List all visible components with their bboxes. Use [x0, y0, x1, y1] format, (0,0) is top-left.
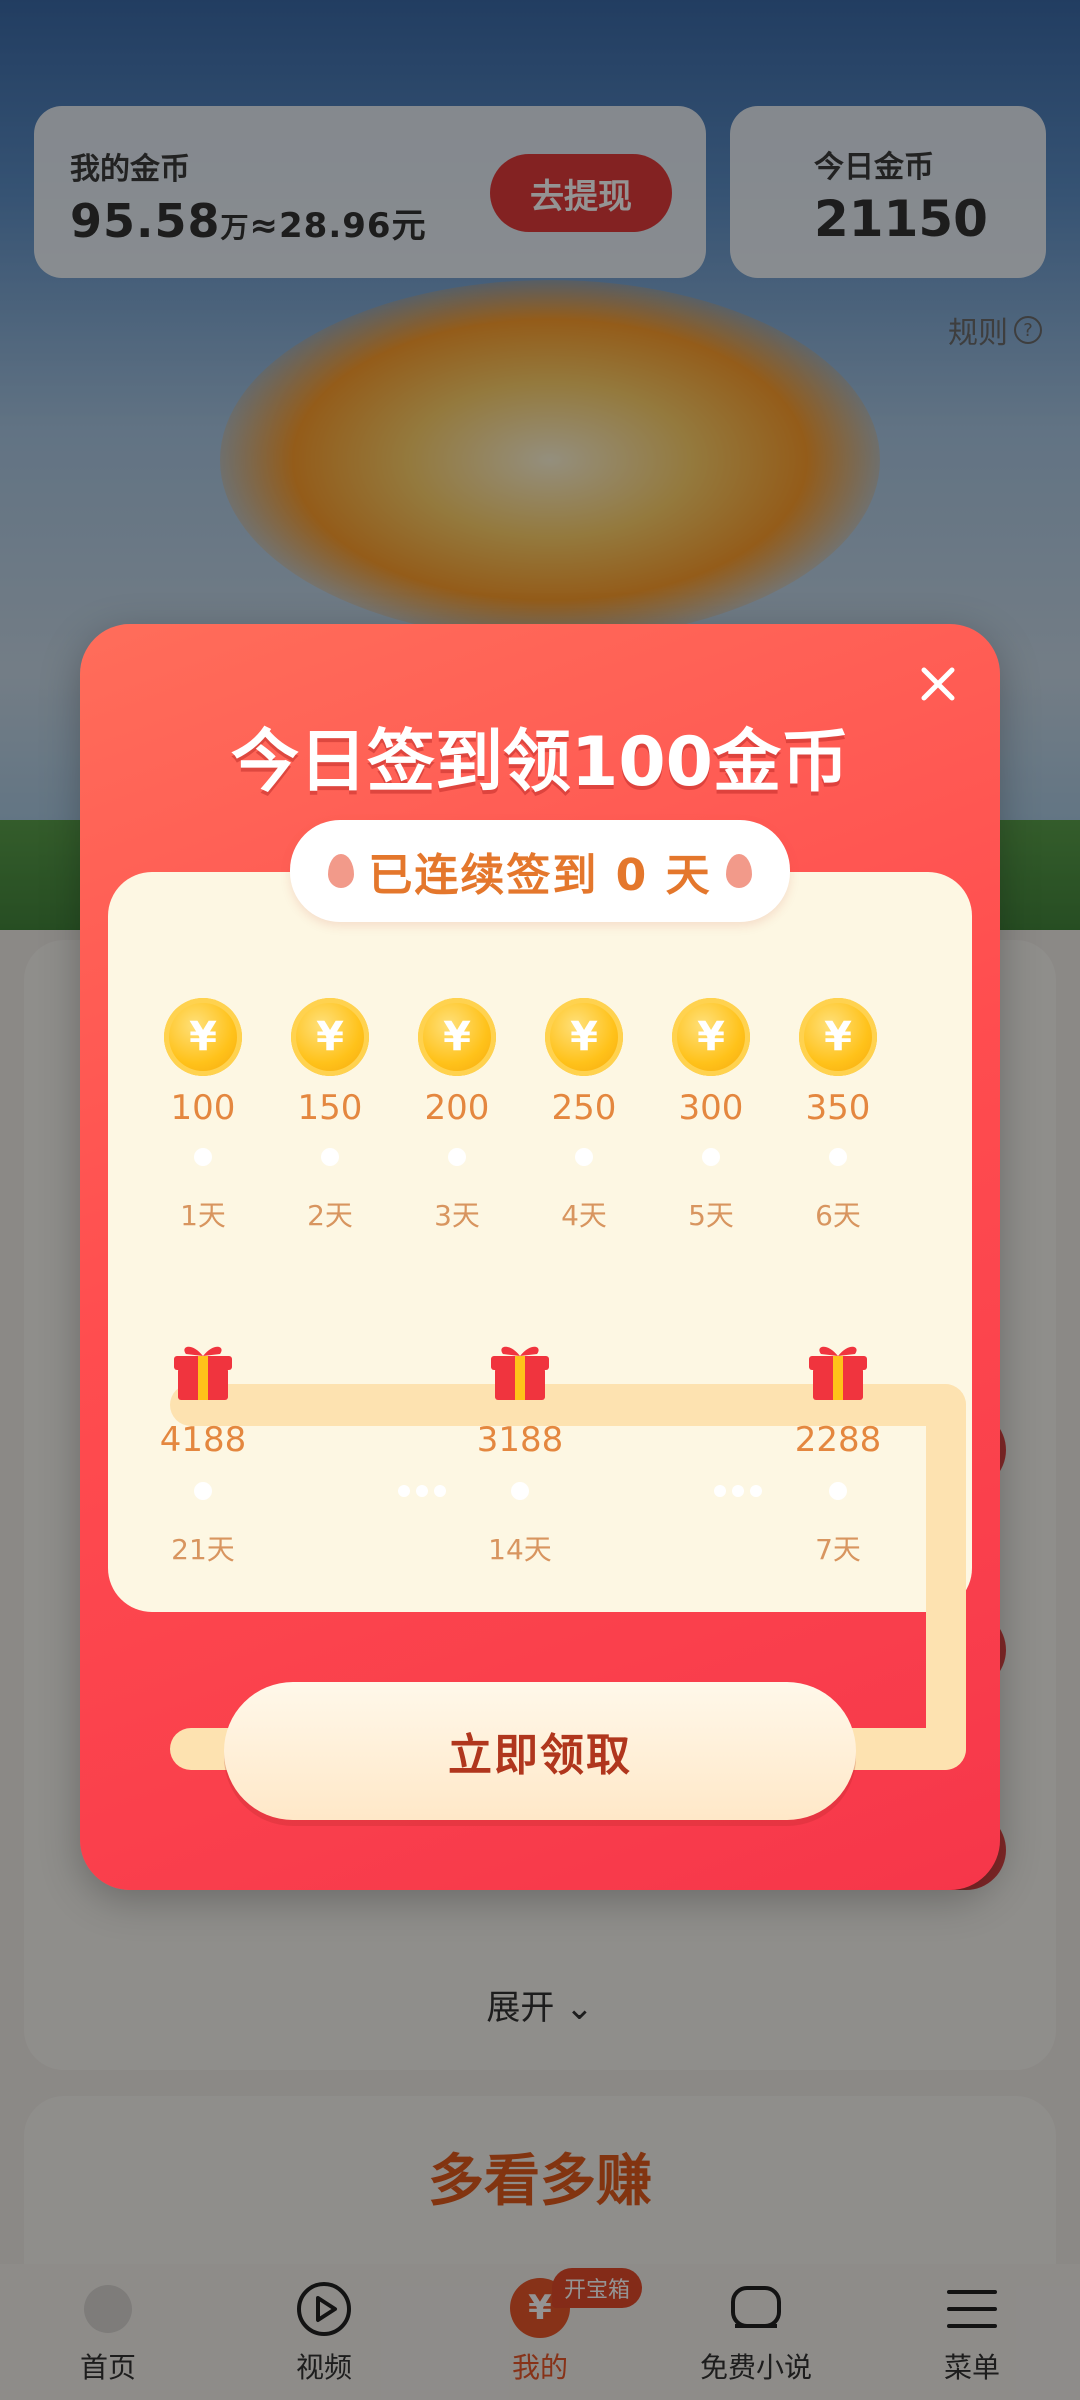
reward-amount: 200	[424, 1088, 490, 1128]
day-label: 14天	[488, 1533, 552, 1566]
reward-amount: 150	[297, 1088, 363, 1128]
progress-dot	[448, 1148, 466, 1166]
progress-dot	[194, 1148, 212, 1166]
progress-dot	[321, 1148, 339, 1166]
gift-amount: 2288	[794, 1420, 882, 1460]
coin-icon: ¥	[291, 998, 369, 1076]
progress-track	[926, 1384, 966, 1770]
day-label: 1天	[180, 1199, 226, 1232]
day-label: 2天	[307, 1199, 353, 1232]
day-label: 21天	[171, 1533, 235, 1566]
reward-amount: 300	[678, 1088, 744, 1128]
progress-dot	[511, 1482, 529, 1500]
reward-amount: 350	[805, 1088, 871, 1128]
streak-badge: 已连续签到 0 天	[290, 820, 790, 922]
claim-now-button[interactable]: 立即领取	[224, 1682, 856, 1820]
ellipsis-dots	[398, 1485, 446, 1497]
progress-dot	[829, 1482, 847, 1500]
checkin-modal: 今日签到领100金币 ¥ ¥ ¥ ¥ ¥ ¥ 100 150 200 250 3…	[80, 624, 1000, 1890]
coin-icon: ¥	[672, 998, 750, 1076]
day-label: 7天	[815, 1533, 861, 1566]
coin-icon: ¥	[545, 998, 623, 1076]
gift-amount: 3188	[476, 1420, 564, 1460]
gift-icon	[809, 1346, 867, 1400]
gift-icon	[491, 1346, 549, 1400]
progress-dot	[194, 1482, 212, 1500]
reward-amount: 250	[551, 1088, 617, 1128]
day-label: 6天	[815, 1199, 861, 1232]
petal-icon	[725, 854, 752, 888]
day-label: 4天	[561, 1199, 607, 1232]
day-label: 5天	[688, 1199, 734, 1232]
progress-dot	[575, 1148, 593, 1166]
gift-icon	[174, 1346, 232, 1400]
modal-title: 今日签到领100金币	[231, 723, 849, 802]
streak-text: 已连续签到 0 天	[368, 850, 712, 901]
petal-icon	[328, 854, 355, 888]
reward-panel: ¥ ¥ ¥ ¥ ¥ ¥ 100 150 200 250 300 350 1天 2…	[108, 872, 972, 1770]
coin-icon: ¥	[799, 998, 877, 1076]
progress-dot	[702, 1148, 720, 1166]
close-icon[interactable]	[912, 658, 964, 710]
day-label: 3天	[434, 1199, 480, 1232]
ellipsis-dots	[714, 1485, 762, 1497]
progress-dot	[829, 1148, 847, 1166]
reward-amount: 100	[170, 1088, 236, 1128]
gift-amount: 4188	[159, 1420, 247, 1460]
coin-icon: ¥	[164, 998, 242, 1076]
coin-icon: ¥	[418, 998, 496, 1076]
